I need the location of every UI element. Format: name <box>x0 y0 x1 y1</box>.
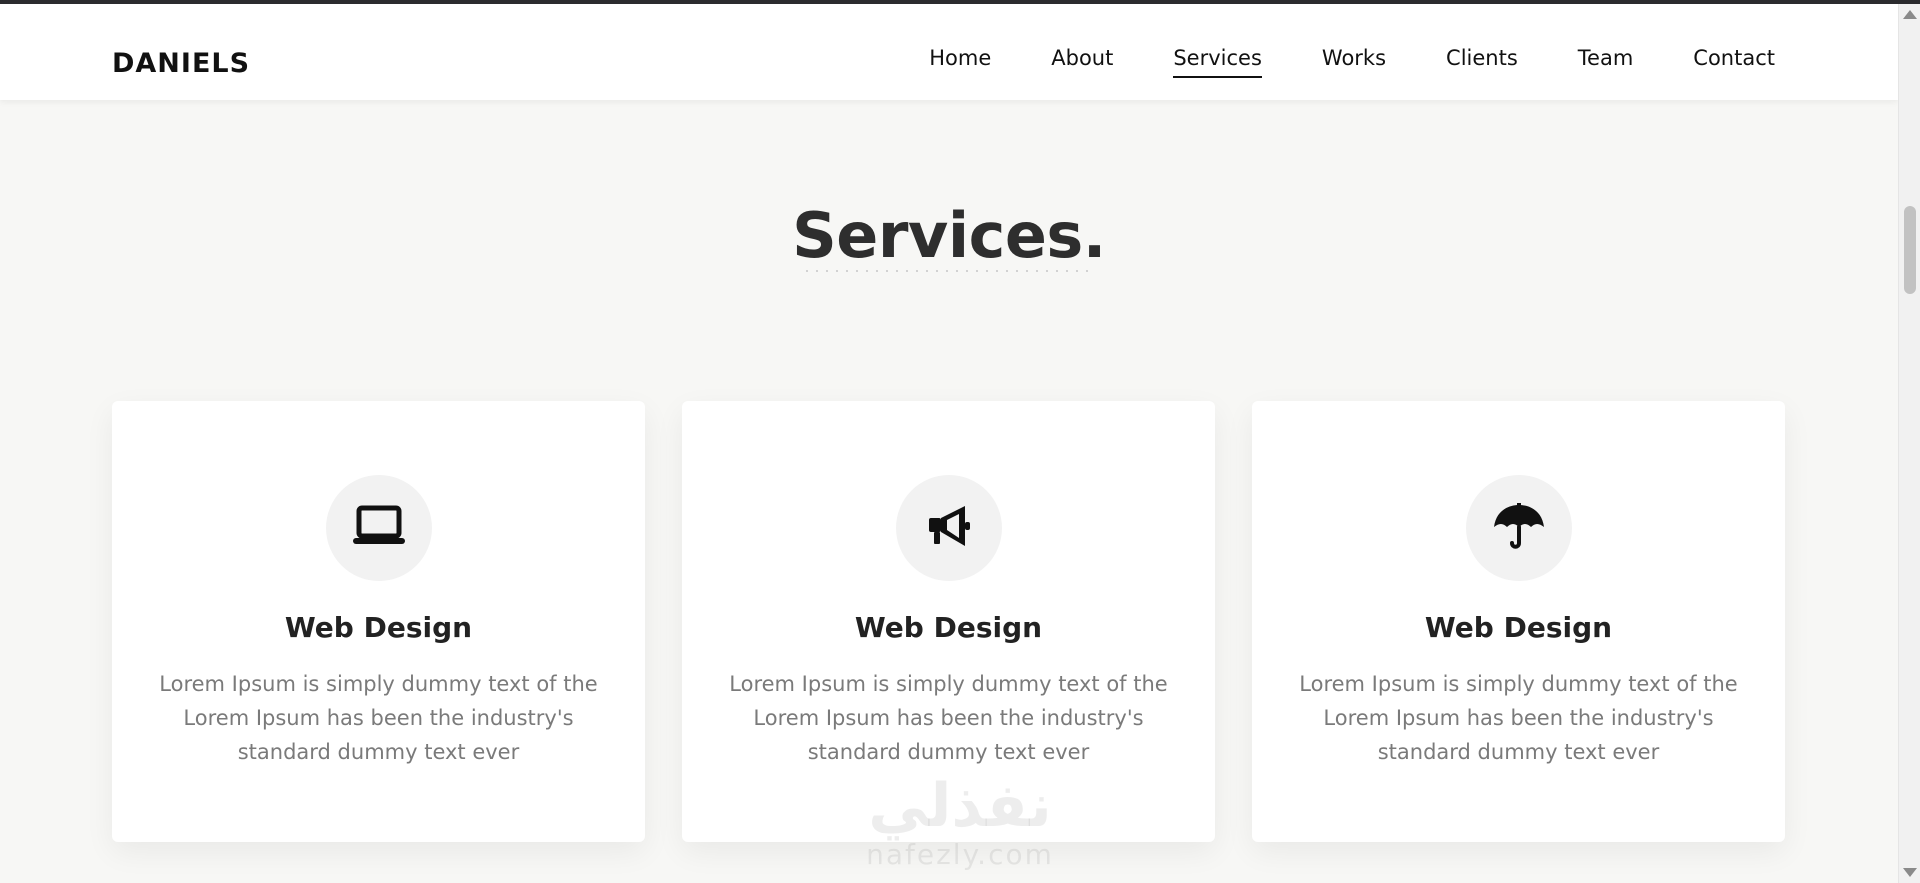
card-title: Web Design <box>854 611 1043 644</box>
nav-item-home[interactable]: Home <box>929 46 991 78</box>
nav-menu: Home About Services Works Clients Team C… <box>929 46 1775 78</box>
icon-circle <box>1466 475 1572 581</box>
services-cards: Web Design Lorem Ipsum is simply dummy t… <box>112 401 1785 842</box>
scroll-down-arrow-icon[interactable] <box>1903 868 1917 877</box>
title-dotted-underline <box>802 270 1094 272</box>
card-text: Lorem Ipsum is simply dummy text of the … <box>729 672 1168 764</box>
service-card: Web Design Lorem Ipsum is simply dummy t… <box>1252 401 1785 842</box>
service-card: Web Design Lorem Ipsum is simply dummy t… <box>112 401 645 842</box>
nav-item-team[interactable]: Team <box>1578 46 1634 78</box>
nav-item-contact[interactable]: Contact <box>1693 46 1775 78</box>
nav-item-about[interactable]: About <box>1051 46 1113 78</box>
card-title: Web Design <box>284 611 473 644</box>
section-title: Services. <box>792 199 1106 272</box>
umbrella-icon <box>1492 501 1546 555</box>
navbar: DANIELS Home About Services Works Client… <box>0 4 1898 100</box>
laptop-icon <box>351 504 407 552</box>
card-text: Lorem Ipsum is simply dummy text of the … <box>1299 672 1738 764</box>
icon-circle <box>326 475 432 581</box>
nav-item-works[interactable]: Works <box>1322 46 1386 78</box>
nav-item-services[interactable]: Services <box>1173 46 1262 78</box>
scroll-thumb[interactable] <box>1904 206 1916 294</box>
service-card: Web Design Lorem Ipsum is simply dummy t… <box>682 401 1215 842</box>
card-title: Web Design <box>1424 611 1613 644</box>
page-viewport: DANIELS Home About Services Works Client… <box>0 4 1898 883</box>
watermark-latin: nafezly.com <box>866 838 1054 871</box>
scroll-up-arrow-icon[interactable] <box>1903 10 1917 19</box>
nav-item-clients[interactable]: Clients <box>1446 46 1518 78</box>
site-logo[interactable]: DANIELS <box>112 48 250 79</box>
page-scrollbar[interactable] <box>1898 4 1920 883</box>
megaphone-icon <box>925 502 973 554</box>
icon-circle <box>896 475 1002 581</box>
card-text: Lorem Ipsum is simply dummy text of the … <box>159 672 598 764</box>
